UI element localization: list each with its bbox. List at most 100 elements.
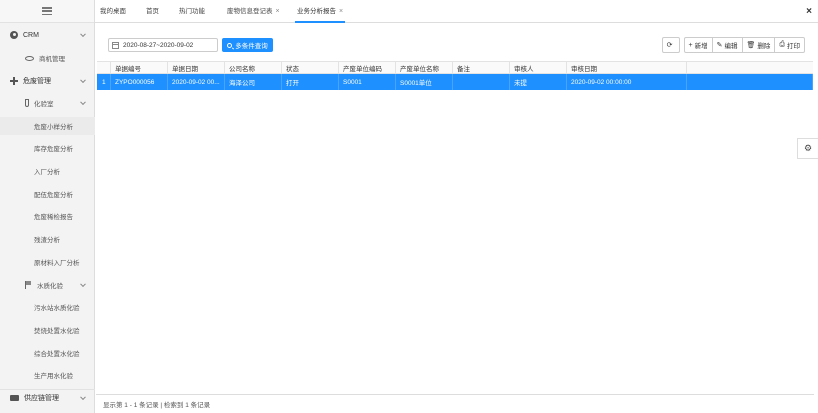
search-button-label: 多条件查询 [235,43,268,50]
table-cell [687,74,813,90]
edit-label: 编辑 [724,43,738,50]
tab-business-report[interactable]: 业务分析报告 × [295,0,346,23]
sidebar-item-label: 商机管理 [39,56,65,63]
table-cell: S0001 [339,74,396,90]
column-header[interactable]: 状态 [282,62,339,73]
sidebar-item-label: 配伍危废分析 [34,192,73,199]
trash-icon: 🗑 [746,42,756,49]
column-header[interactable]: 单据编号 [111,62,168,73]
sidebar-item-label: CRM [23,31,39,39]
table-cell: 2020-09-02 00... [168,74,225,90]
truck-icon [10,395,19,401]
sidebar-item-label: 供应链管理 [24,395,59,402]
sidebar-item-comprehensive-water-test[interactable]: 综合处置水化验 [0,345,95,361]
row-number: 1 [97,74,111,90]
refresh-icon: ⟳ [666,42,673,49]
tab-hot-functions[interactable]: 热门功能 [179,0,205,23]
sidebar-item-crm[interactable]: CRM [0,27,95,43]
column-header[interactable]: 审核人 [510,62,567,73]
plus-cross-icon [10,77,18,85]
data-table: 单据编号 单据日期 公司名称 状态 产废单位编码 产废单位名称 备注 审核人 审… [97,61,813,90]
calendar-icon [112,41,119,49]
sidebar-item-opportunity[interactable]: 商机管理 [0,50,95,66]
add-label: 新增 [694,43,708,50]
table-cell: 未提 [510,74,567,90]
chevron-down-icon [80,99,86,106]
delete-button[interactable]: 🗑 删除 [741,37,776,53]
sidebar-item-intake-analysis[interactable]: 入厂分析 [0,163,95,179]
tab-my-desktop[interactable]: 我的桌面 [100,0,126,23]
sidebar-item-inspection-report[interactable]: 危废稀检报告 [0,208,95,224]
chevron-down-icon [80,281,86,288]
sidebar-item-material-analysis[interactable]: 原材料入厂分析 [0,254,95,270]
sidebar-item-sewage-water-test[interactable]: 污水站水质化验 [0,299,95,315]
sidebar-item-label: 入厂分析 [34,169,60,176]
tab-bar: 我的桌面 首页 热门功能 废物信息登记表 × 业务分析报告 × × [95,0,818,23]
tab-label: 我的桌面 [100,8,126,15]
sidebar-item-sample-analysis[interactable]: 危废小样分析 [0,117,95,135]
printer-icon: ⎙ [779,41,785,48]
flag-icon [25,281,32,289]
column-header[interactable]: 产废单位名称 [396,62,453,73]
date-range-input[interactable]: 2020-08-27~2020-09-02 [108,38,218,52]
column-header[interactable]: 产废单位编码 [339,62,396,73]
edit-button[interactable]: ✎ 编辑 [711,37,743,53]
sidebar-item-label: 库存危废分析 [34,146,73,153]
sidebar-item-hazwaste[interactable]: 危废管理 [0,73,95,89]
column-header[interactable]: 审核日期 [567,62,687,73]
tab-label: 业务分析报告 [297,8,336,15]
sidebar: CRM 商机管理 危废管理 化验室 危废小样分析 库存危废分析 入厂分析 配伍危… [0,0,95,413]
chevron-down-icon [80,77,86,84]
print-button[interactable]: ⎙ 打印 [774,37,805,53]
sidebar-item-label: 残渣分析 [34,237,60,244]
column-header [687,62,813,73]
print-label: 打印 [787,43,800,50]
sidebar-item-label: 危废小样分析 [34,124,73,131]
table-footer: 显示第 1 - 1 条记录 | 检索到 1 条记录 [96,394,814,413]
table-cell: S0001单位 [396,74,453,90]
toolbar: ⟳ + 新增 ✎ 编辑 🗑 删除 ⎙ 打印 [661,37,805,53]
table-row[interactable]: 1 ZYPO000056 2020-09-02 00... 海泽公司 打开 S0… [97,74,813,90]
tab-waste-registration[interactable]: 废物信息登记表 × [227,0,280,23]
tab-home[interactable]: 首页 [146,0,159,23]
tab-label: 首页 [146,8,159,15]
sidebar-item-label: 化验室 [34,101,54,108]
sidebar-item-label: 水质化验 [37,283,63,290]
sidebar-item-label: 焚烧处置水化验 [34,328,80,335]
sidebar-item-water-test[interactable]: 水质化验 [0,277,95,293]
chevron-down-icon [80,394,86,401]
edit-icon: ✎ [716,42,723,49]
close-icon[interactable]: × [276,8,280,15]
settings-gear-button[interactable]: ⚙ [797,138,818,159]
table-cell [453,74,510,90]
sidebar-item-residue-analysis[interactable]: 残渣分析 [0,231,95,247]
sidebar-item-label: 生产用水化验 [34,373,73,380]
table-cell: 海泽公司 [225,74,282,90]
column-header[interactable]: 备注 [453,62,510,73]
sidebar-item-lab[interactable]: 化验室 [0,95,95,111]
refresh-button[interactable]: ⟳ [661,37,680,53]
sidebar-item-incineration-water-test[interactable]: 焚烧处置水化验 [0,322,95,338]
sidebar-item-supply-chain[interactable]: 供应链管理 [0,389,95,406]
table-cell: ZYPO000056 [111,74,168,90]
column-header[interactable]: 公司名称 [225,62,282,73]
delete-label: 删除 [757,43,771,50]
add-button[interactable]: + 新增 [683,37,713,53]
gear-icon: ⚙ [803,143,813,153]
chevron-down-icon [80,31,86,38]
close-icon[interactable]: × [339,8,343,15]
main-panel: 2020-08-27~2020-09-02 多条件查询 ⟳ + 新增 ✎ 编辑 🗑 删… [96,24,814,413]
multi-search-button[interactable]: 多条件查询 [222,38,273,52]
hamburger-icon [42,7,52,15]
tab-label: 热门功能 [179,8,205,15]
sidebar-item-label: 危废稀检报告 [34,214,73,221]
sidebar-item-inventory-analysis[interactable]: 库存危废分析 [0,140,95,156]
table-cell: 打开 [282,74,339,90]
sidebar-item-blend-analysis[interactable]: 配伍危废分析 [0,186,95,202]
sidebar-toggle[interactable] [0,0,94,23]
sidebar-item-label: 危废管理 [23,78,51,85]
column-header[interactable]: 单据日期 [168,62,225,73]
search-icon [227,42,233,48]
sidebar-item-production-water-test[interactable]: 生产用水化验 [0,367,95,383]
close-all-tabs-button[interactable]: × [806,0,812,23]
